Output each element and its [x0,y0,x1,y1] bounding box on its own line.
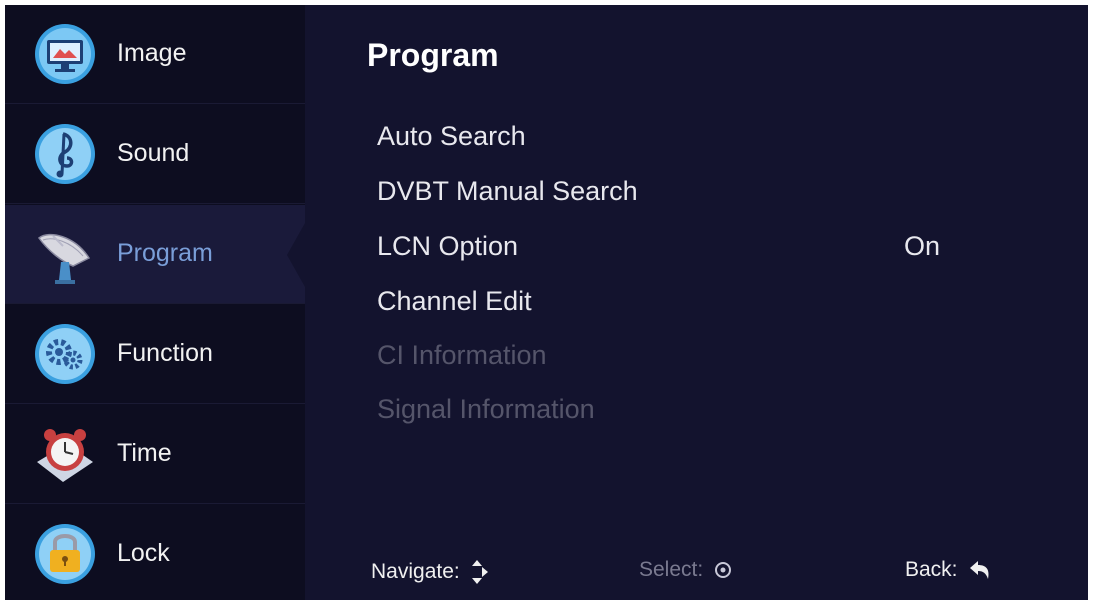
sidebar-item-label: Sound [117,139,190,167]
back-arrow-icon [969,561,989,579]
lcn-option-value: On [904,231,941,261]
menu-item-label: Channel Edit [377,286,532,316]
select-label: Select: [639,558,704,581]
ok-button-icon [715,562,732,578]
footer-back-hint: Back: [905,558,992,582]
gear-icon [35,324,95,384]
sidebar-item-program[interactable]: Program [5,205,305,304]
sidebar-item-sound[interactable]: Sound [5,105,305,204]
menu-item-auto-search[interactable]: Auto Search [377,121,1037,161]
footer-navigate-hint: Navigate: [371,558,490,586]
sidebar-item-image[interactable]: Image [5,5,305,104]
menu-item-channel-edit[interactable]: Channel Edit [377,286,1037,326]
menu-item-ci-information: CI Information [377,340,1037,380]
sidebar-item-lock[interactable]: Lock [5,505,305,600]
sidebar-item-label: Image [117,39,187,67]
menu-item-label: CI Information [377,340,547,370]
sidebar-item-label: Time [117,439,172,467]
sidebar-item-function[interactable]: Function [5,305,305,404]
menu-item-label: Auto Search [377,121,526,151]
sidebar-item-label: Function [117,339,213,367]
menu-item-label: LCN Option [377,231,519,261]
navigate-label: Navigate: [371,560,460,583]
footer-select-hint: Select: [639,558,733,582]
menu-item-label: DVBT Manual Search [377,176,638,206]
padlock-icon [35,524,95,584]
back-label: Back: [905,558,958,581]
satellite-dish-icon [37,233,91,284]
navigate-arrows-icon [471,560,488,584]
sidebar: Image Sound Program Function Time Lock [5,5,305,600]
music-note-icon [35,124,95,184]
alarm-clock-icon [37,429,93,482]
menu-item-signal-information: Signal Information [377,394,1037,434]
monitor-icon [35,24,95,84]
sidebar-item-time[interactable]: Time [5,405,305,504]
menu-item-lcn-option[interactable]: LCN Option On [377,231,1037,271]
sidebar-item-label: Program [117,239,213,267]
page-title: Program [367,37,499,73]
sidebar-item-label: Lock [117,539,170,567]
tv-menu-screen: Image Sound Program Function Time Lock P… [5,5,1088,600]
menu-item-label: Signal Information [377,394,595,424]
menu-item-dvbt-manual-search[interactable]: DVBT Manual Search [377,176,1037,216]
